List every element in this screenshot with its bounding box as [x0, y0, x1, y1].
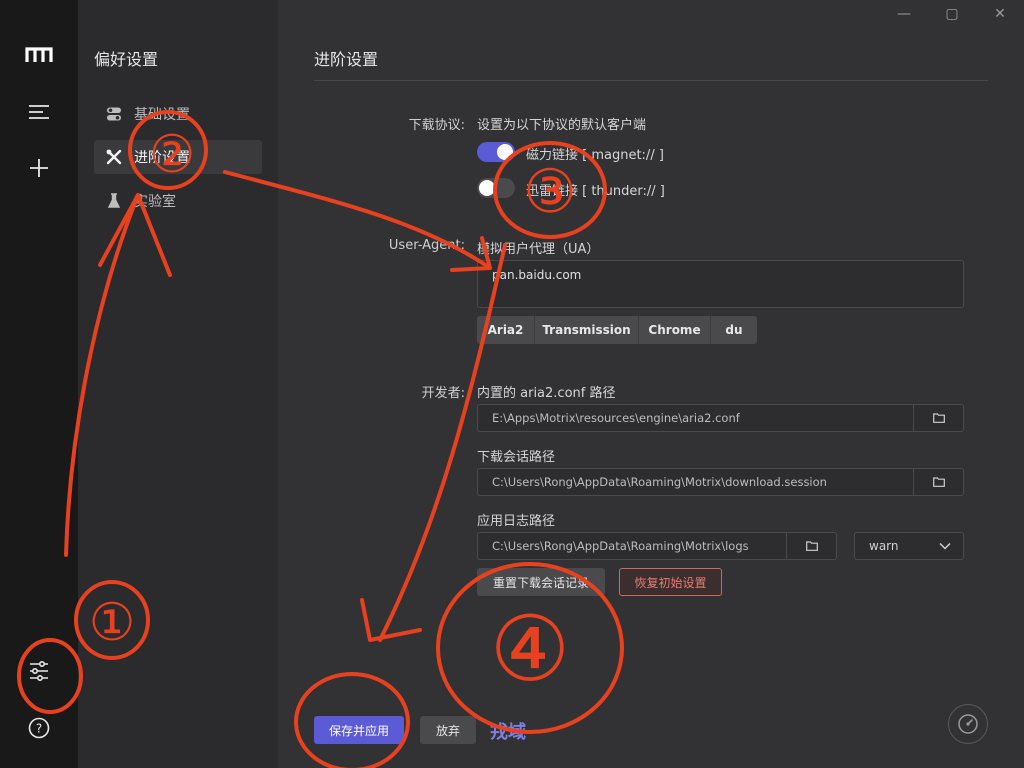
- session-path-value: C:\Users\Rong\AppData\Roaming\Motrix\dow…: [492, 475, 827, 489]
- sidebar-item-label: 进阶设置: [134, 150, 190, 166]
- sidebar-item-label: 实验室: [134, 194, 176, 210]
- aria2-conf-path-field[interactable]: E:\Apps\Motrix\resources\engine\aria2.co…: [477, 404, 964, 432]
- speedometer-icon[interactable]: [948, 704, 988, 744]
- page-title: 进阶设置: [314, 50, 379, 69]
- ua-preset-aria2-button[interactable]: Aria2: [477, 316, 535, 344]
- log-level-select[interactable]: warn: [854, 532, 964, 560]
- tools-icon: [106, 149, 122, 165]
- log-path-value: C:\Users\Rong\AppData\Roaming\Motrix\log…: [492, 539, 749, 553]
- aria2-conf-label: 内置的 aria2.conf 路径: [477, 386, 616, 401]
- title-divider: [314, 80, 988, 81]
- minimize-button[interactable]: —: [894, 4, 914, 24]
- close-button[interactable]: ✕: [990, 4, 1010, 24]
- magnet-label: 磁力链接 [ magnet:// ]: [526, 148, 664, 163]
- aria2-conf-path-value: E:\Apps\Motrix\resources\engine\aria2.co…: [492, 411, 740, 425]
- help-icon[interactable]: ?: [24, 713, 54, 743]
- plus-icon[interactable]: [24, 153, 54, 183]
- app-rail: ?: [0, 0, 78, 768]
- user-agent-textarea[interactable]: pan.baidu.com: [477, 260, 964, 308]
- ua-preset-chrome-button[interactable]: Chrome: [639, 316, 711, 344]
- log-path-field[interactable]: C:\Users\Rong\AppData\Roaming\Motrix\log…: [477, 532, 837, 560]
- log-path-label: 应用日志路径: [477, 514, 556, 529]
- reset-session-button[interactable]: 重置下载会话记录: [477, 568, 605, 596]
- watermark: 戎域: [490, 722, 526, 743]
- log-level-value: warn: [869, 539, 899, 553]
- preferences-sidebar: 偏好设置 基础设置 进阶设置 实验室: [78, 0, 278, 768]
- sidebar-title: 偏好设置: [94, 50, 159, 69]
- thunder-label: 迅雷链接 [ thunder:// ]: [526, 184, 665, 199]
- toggle-knob: [497, 144, 513, 160]
- folder-icon[interactable]: [786, 533, 836, 559]
- magnet-toggle[interactable]: [477, 142, 515, 162]
- sliders-icon[interactable]: [24, 656, 54, 686]
- thunder-toggle[interactable]: [477, 178, 515, 198]
- toggle-knob: [479, 180, 495, 196]
- menu-icon[interactable]: [24, 97, 54, 127]
- main-panel: — ▢ ✕ 进阶设置 下载协议: 设置为以下协议的默认客户端 磁力链接 [ ma…: [278, 0, 1024, 768]
- ua-preset-group: Aria2 Transmission Chrome du: [477, 316, 757, 344]
- chevron-down-icon: [939, 539, 951, 553]
- ua-label: User-Agent:: [388, 238, 465, 253]
- discard-button[interactable]: 放弃: [420, 716, 476, 744]
- maximize-button[interactable]: ▢: [942, 4, 962, 24]
- toggles-icon: [106, 106, 122, 122]
- sidebar-item-basic[interactable]: 基础设置: [94, 97, 262, 131]
- ua-preset-du-button[interactable]: du: [711, 316, 757, 344]
- ua-preset-transmission-button[interactable]: Transmission: [535, 316, 639, 344]
- svg-text:?: ?: [36, 722, 42, 736]
- flask-icon: [106, 193, 122, 209]
- restore-defaults-button[interactable]: 恢复初始设置: [619, 568, 722, 596]
- session-path-field[interactable]: C:\Users\Rong\AppData\Roaming\Motrix\dow…: [477, 468, 964, 496]
- ua-desc: 模拟用户代理（UA）: [477, 242, 600, 257]
- sidebar-item-lab[interactable]: 实验室: [94, 184, 262, 218]
- protocol-desc: 设置为以下协议的默认客户端: [477, 118, 647, 133]
- sidebar-item-label: 基础设置: [134, 107, 190, 123]
- save-apply-button[interactable]: 保存并应用: [314, 716, 404, 744]
- developer-label: 开发者:: [421, 386, 465, 401]
- session-path-label: 下载会话路径: [477, 450, 556, 465]
- protocol-label: 下载协议:: [408, 118, 465, 133]
- folder-icon[interactable]: [913, 405, 963, 431]
- m-logo-icon[interactable]: [24, 40, 54, 70]
- sidebar-item-advanced[interactable]: 进阶设置: [94, 140, 262, 174]
- folder-icon[interactable]: [913, 469, 963, 495]
